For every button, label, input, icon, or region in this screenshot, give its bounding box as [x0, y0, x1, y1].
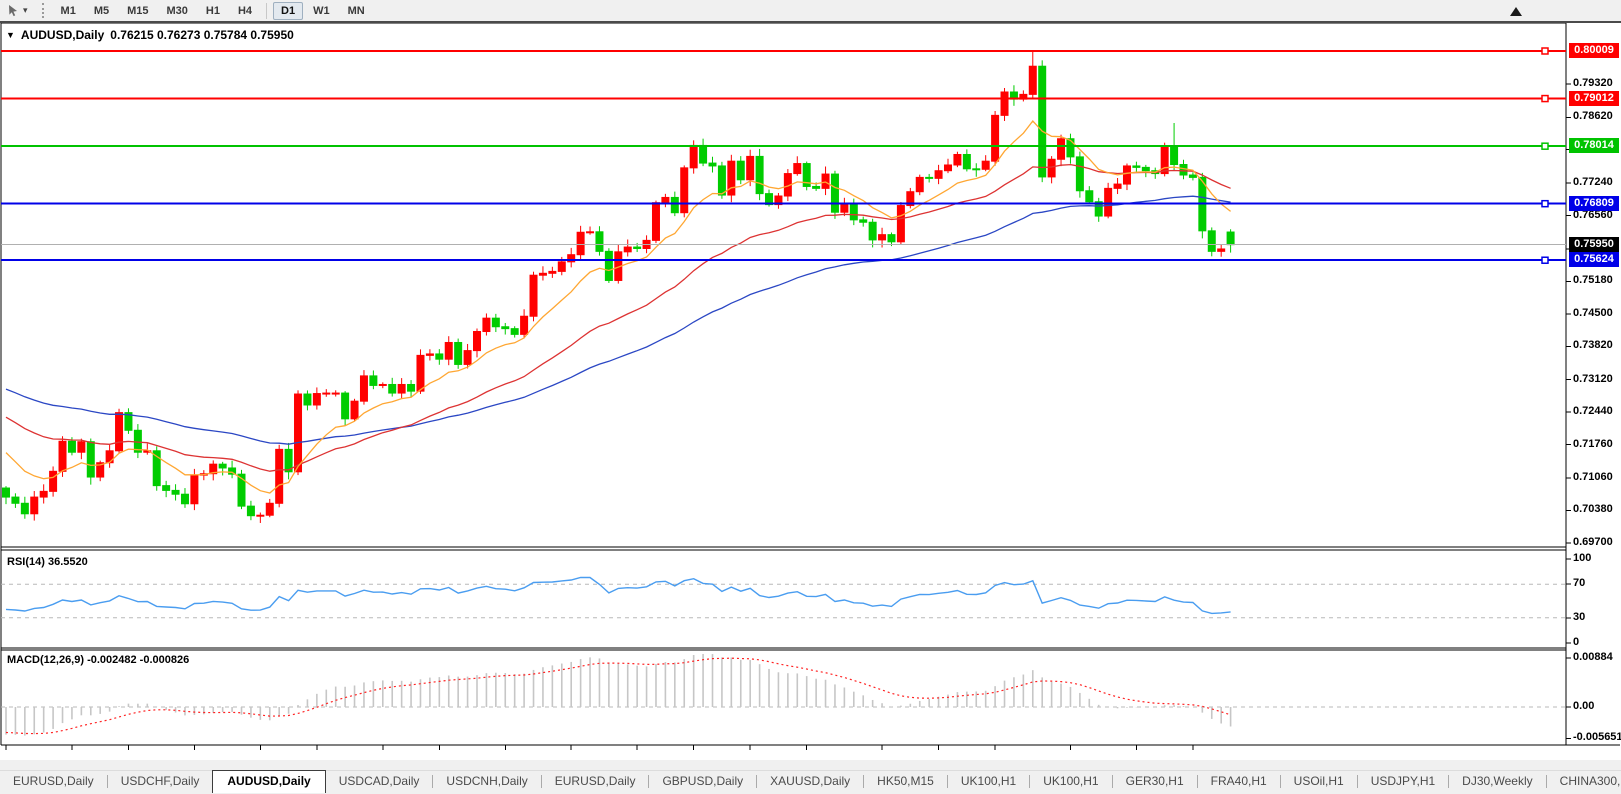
macd-axis-label: -0.005651	[1573, 731, 1621, 744]
price-axis-label: 0.79320	[1573, 76, 1613, 89]
chart-title: ▼ AUDUSD,Daily 0.76215 0.76273 0.75784 0…	[6, 28, 294, 42]
ohlc-values: 0.76215 0.76273 0.75784 0.75950	[110, 28, 294, 42]
rsi-axis-label: 0	[1573, 636, 1580, 648]
chart-tab-uk100-h1[interactable]: UK100,H1	[1030, 771, 1111, 792]
chevron-down-icon[interactable]: ▾	[23, 5, 28, 16]
rsi-indicator-label: RSI(14) 36.5520	[7, 556, 88, 568]
price-level-badge: 0.75624	[1569, 252, 1619, 268]
timeframe-button-m15[interactable]: M15	[119, 2, 156, 20]
candlestick-chart-canvas[interactable]	[0, 23, 1621, 760]
macd-axis-label: 0.00884	[1573, 651, 1613, 663]
cursor-arrow-icon	[8, 5, 17, 17]
toolbar-grip[interactable]	[41, 3, 44, 18]
price-axis-label: 0.74500	[1573, 306, 1613, 319]
timeframe-button-m5[interactable]: M5	[86, 2, 117, 20]
chart-tab-usdchf-daily[interactable]: USDCHF,Daily	[108, 771, 213, 792]
price-level-badge: 0.76809	[1569, 195, 1619, 211]
chart-tab-usoil-h1[interactable]: USOil,H1	[1281, 771, 1357, 792]
timeframe-button-h1[interactable]: H1	[198, 2, 228, 20]
chart-tab-usdcnh-daily[interactable]: USDCNH,Daily	[433, 771, 540, 792]
chart-tab-china300-h1[interactable]: CHINA300,H1	[1547, 771, 1621, 792]
macd-axis-label: 0.00	[1573, 700, 1595, 712]
price-axis-label: 0.73120	[1573, 372, 1613, 385]
price-axis-label: 0.73820	[1573, 339, 1613, 352]
price-axis-label: 0.69700	[1573, 535, 1613, 548]
chart-scroll-marker-icon[interactable]	[1510, 7, 1522, 16]
chart-tab-hk50-m15[interactable]: HK50,M15	[864, 771, 947, 792]
current-price-badge: 0.75950	[1569, 236, 1619, 252]
symbol-name: AUDUSD,Daily	[20, 28, 105, 42]
chart-toolbar: ▾ M1 M5 M15 M30 H1 H4 D1 W1 MN	[0, 0, 1621, 23]
chart-tabs: EURUSD,Daily USDCHF,Daily AUDUSD,Daily USDC…	[0, 770, 1621, 793]
chart-tab-dj30-weekly[interactable]: DJ30,Weekly	[1449, 771, 1545, 792]
chart-tab-audusd-daily[interactable]: AUDUSD,Daily	[212, 770, 326, 793]
chart-tab-uk100-h1[interactable]: UK100,H1	[948, 771, 1029, 792]
rsi-axis-label: 30	[1573, 610, 1586, 623]
chart-tab-eurusd-daily[interactable]: EURUSD,Daily	[542, 771, 649, 792]
price-level-badge: 0.78014	[1569, 138, 1619, 154]
timeframe-buttons: M1 M5 M15 M30 H1 H4 D1 W1 MN	[52, 1, 374, 20]
chart-tab-xauusd-daily[interactable]: XAUUSD,Daily	[757, 771, 863, 792]
chart-tab-usdcad-daily[interactable]: USDCAD,Daily	[326, 771, 433, 792]
chart-tab-eurusd-daily[interactable]: EURUSD,Daily	[0, 771, 107, 792]
toolbar-separator	[266, 2, 268, 19]
timeframe-button-d1[interactable]: D1	[273, 1, 304, 20]
rsi-axis-label: 100	[1573, 552, 1592, 564]
price-axis-label: 0.70380	[1573, 503, 1613, 516]
chart-window: ▼ AUDUSD,Daily 0.76215 0.76273 0.75784 0…	[0, 23, 1621, 782]
chart-tab-usdjpy-h1[interactable]: USDJPY,H1	[1358, 771, 1448, 792]
chart-tab-gbpusd-daily[interactable]: GBPUSD,Daily	[649, 771, 756, 792]
chart-tab-fra40-h1[interactable]: FRA40,H1	[1198, 771, 1280, 792]
price-axis-label: 0.71760	[1573, 437, 1613, 450]
timeframe-button-mn[interactable]: MN	[340, 2, 373, 20]
price-level-badge: 0.79012	[1569, 90, 1619, 106]
macd-indicator-label: MACD(12,26,9) -0.002482 -0.000826	[7, 654, 190, 666]
triangle-down-icon[interactable]: ▼	[6, 30, 15, 40]
tabbar-area: EURUSD,Daily USDCHF,Daily AUDUSD,Daily USDC…	[0, 760, 1621, 794]
chart-tab-ger30-h1[interactable]: GER30,H1	[1113, 771, 1197, 792]
timeframe-button-w1[interactable]: W1	[305, 2, 338, 20]
rsi-axis-label: 70	[1573, 577, 1586, 590]
price-level-badge: 0.80009	[1569, 43, 1619, 58]
price-axis-label: 0.75180	[1573, 274, 1613, 287]
timeframe-button-m30[interactable]: M30	[159, 2, 196, 20]
price-axis-label: 0.77240	[1573, 176, 1613, 189]
price-axis-label: 0.78620	[1573, 110, 1613, 123]
mt4-window: ▾ M1 M5 M15 M30 H1 H4 D1 W1 MN ▼ AUDUSD,Daily 0.…	[0, 0, 1621, 794]
cursor-tool-icon[interactable]	[5, 3, 21, 19]
timeframe-button-h4[interactable]: H4	[230, 2, 260, 20]
price-axis-label: 0.72440	[1573, 405, 1613, 418]
price-axis-label: 0.71060	[1573, 470, 1613, 483]
timeframe-button-m1[interactable]: M1	[53, 2, 84, 20]
